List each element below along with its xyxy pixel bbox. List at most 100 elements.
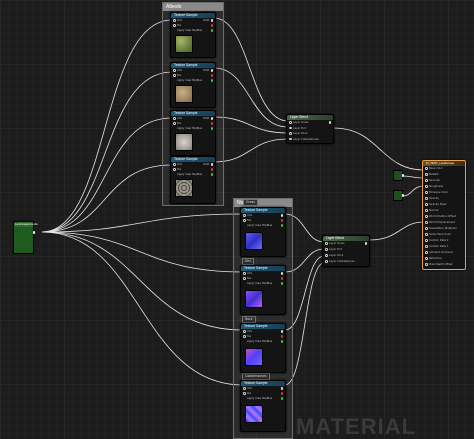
output-pin[interactable] bbox=[280, 387, 283, 390]
input-pin[interactable] bbox=[325, 260, 328, 263]
input-pin[interactable] bbox=[425, 179, 428, 182]
albedo-comment-title[interactable]: Albedo bbox=[163, 3, 223, 11]
material-result-node[interactable]: M_TEST_Landscape Base Color Metallic Specu… bbox=[422, 160, 466, 270]
input-pin[interactable] bbox=[243, 272, 246, 275]
input-pin[interactable] bbox=[173, 69, 176, 72]
output-pin[interactable] bbox=[210, 69, 213, 72]
output-pin[interactable] bbox=[210, 117, 213, 120]
input-pin[interactable] bbox=[425, 203, 428, 206]
normal-tag-dirt[interactable]: Dirt bbox=[242, 258, 254, 265]
input-pin[interactable] bbox=[425, 167, 428, 170]
output-pin[interactable] bbox=[364, 242, 367, 245]
texture-sample-node-dirt[interactable]: Texture Sample UVs RGB Tex Apply View Mip… bbox=[170, 62, 216, 108]
layer-blend-node[interactable]: Layer Blend Layer Grass Layer Dirt Layer… bbox=[286, 114, 334, 144]
output-pin[interactable] bbox=[280, 397, 283, 400]
pin-row-mip[interactable]: Apply View MipBias bbox=[241, 396, 285, 401]
input-pin[interactable] bbox=[243, 277, 246, 280]
input-pin[interactable] bbox=[173, 19, 176, 22]
input-pin[interactable] bbox=[425, 257, 428, 260]
input-pin[interactable] bbox=[425, 221, 428, 224]
texture-sample-node-rock[interactable]: Texture Sample UVs RGB Tex Apply View Mip… bbox=[170, 110, 216, 156]
output-pin[interactable] bbox=[210, 79, 213, 82]
input-pin[interactable] bbox=[425, 215, 428, 218]
output-pin[interactable] bbox=[280, 392, 283, 395]
pin-row-mip[interactable]: Apply View MipBias bbox=[171, 126, 215, 131]
material-input-row[interactable]: Pixel Depth Offset bbox=[423, 262, 465, 268]
output-pin[interactable] bbox=[210, 29, 213, 32]
normal-sample-node-cobblestones[interactable]: Texture Sample UVs Tex Apply View MipBia… bbox=[240, 380, 286, 432]
input-pin[interactable] bbox=[425, 227, 428, 230]
input-pin[interactable] bbox=[325, 254, 328, 257]
pin-row-mip[interactable]: Apply View MipBias bbox=[241, 281, 285, 286]
pin-row-mip[interactable]: Apply View MipBias bbox=[241, 339, 285, 344]
normal-tag-grass[interactable]: Grass bbox=[243, 199, 259, 206]
input-pin[interactable] bbox=[289, 132, 292, 135]
output-pin[interactable] bbox=[328, 121, 331, 124]
input-pin[interactable] bbox=[425, 173, 428, 176]
normal-tag-rock[interactable]: Rock bbox=[242, 316, 256, 323]
pin-row[interactable]: Layer Cobblestones bbox=[323, 259, 369, 265]
normal-tag-cobblestones[interactable]: Cobblestones bbox=[242, 373, 270, 380]
output-pin[interactable] bbox=[280, 224, 283, 227]
input-pin[interactable] bbox=[243, 392, 246, 395]
layer-blend-normal-node[interactable]: Layer Blend Layer Grass Layer Dirt Layer… bbox=[322, 235, 370, 267]
input-pin[interactable] bbox=[425, 233, 428, 236]
input-pin[interactable] bbox=[243, 387, 246, 390]
input-pin[interactable] bbox=[289, 121, 292, 124]
input-pin[interactable] bbox=[325, 242, 328, 245]
normal-sample-node-grass[interactable]: Texture Sample UVs Tex Apply View MipBia… bbox=[240, 207, 286, 257]
output-pin[interactable] bbox=[210, 122, 213, 125]
constant-node-1[interactable] bbox=[393, 170, 404, 181]
input-pin[interactable] bbox=[243, 335, 246, 338]
input-pin[interactable] bbox=[243, 214, 246, 217]
input-pin[interactable] bbox=[173, 24, 176, 27]
output-pin[interactable] bbox=[401, 174, 404, 177]
input-pin[interactable] bbox=[173, 117, 176, 120]
input-pin[interactable] bbox=[425, 263, 428, 266]
input-pin[interactable] bbox=[173, 168, 176, 171]
pin-row-mip[interactable]: Apply View MipBias bbox=[241, 223, 285, 228]
output-pin[interactable] bbox=[210, 24, 213, 27]
input-pin[interactable] bbox=[425, 251, 428, 254]
input-pin[interactable] bbox=[289, 137, 292, 141]
output-pin[interactable] bbox=[401, 194, 404, 197]
output-pin[interactable] bbox=[280, 340, 283, 343]
pin-row-mip[interactable]: Apply View MipBias bbox=[171, 28, 215, 33]
output-pin[interactable] bbox=[210, 168, 213, 171]
input-pin[interactable] bbox=[425, 245, 428, 248]
input-pin[interactable] bbox=[425, 209, 428, 212]
input-pin[interactable] bbox=[243, 330, 246, 333]
output-pin[interactable] bbox=[210, 163, 213, 166]
input-pin[interactable] bbox=[425, 197, 428, 200]
pin-row-mip[interactable]: Apply View MipBias bbox=[171, 78, 215, 83]
texture-sample-node-cobblestones[interactable]: Texture Sample UVs RGB Tex Apply View Mip… bbox=[170, 156, 216, 204]
input-pin[interactable] bbox=[173, 122, 176, 125]
input-pin[interactable] bbox=[325, 248, 328, 251]
texture-sample-node-grass[interactable]: Texture Sample UVs RGB Tex Apply View Mip… bbox=[170, 12, 216, 58]
pin-row-mip[interactable]: Apply View MipBias bbox=[171, 172, 215, 177]
output-pin[interactable] bbox=[280, 335, 283, 338]
pin-row[interactable]: Layer Cobblestones bbox=[287, 137, 333, 143]
normal-sample-node-rock[interactable]: Texture Sample UVs Tex Apply View MipBia… bbox=[240, 323, 286, 373]
input-pin[interactable] bbox=[243, 219, 246, 222]
input-pin[interactable] bbox=[289, 126, 292, 130]
output-pin[interactable] bbox=[280, 282, 283, 285]
output-pin[interactable] bbox=[280, 214, 283, 217]
constant-node-2[interactable] bbox=[393, 190, 404, 201]
input-pin[interactable] bbox=[425, 191, 428, 194]
input-pin[interactable] bbox=[425, 185, 428, 188]
normal-sample-node-dirt[interactable]: Texture Sample UVs Tex Apply View MipBia… bbox=[240, 265, 286, 315]
output-pin[interactable] bbox=[210, 173, 213, 176]
output-pin[interactable] bbox=[210, 127, 213, 130]
output-pin[interactable] bbox=[210, 74, 213, 77]
output-pin[interactable] bbox=[280, 277, 283, 280]
output-pin[interactable] bbox=[32, 231, 35, 234]
input-pin[interactable] bbox=[425, 239, 428, 242]
output-pin[interactable] bbox=[280, 272, 283, 275]
input-pin[interactable] bbox=[173, 163, 176, 166]
input-pin[interactable] bbox=[173, 74, 176, 77]
output-pin[interactable] bbox=[280, 330, 283, 333]
output-pin[interactable] bbox=[280, 219, 283, 222]
output-pin[interactable] bbox=[210, 19, 213, 22]
landscape-coords-node[interactable]: LandscapeCoords bbox=[13, 221, 38, 254]
